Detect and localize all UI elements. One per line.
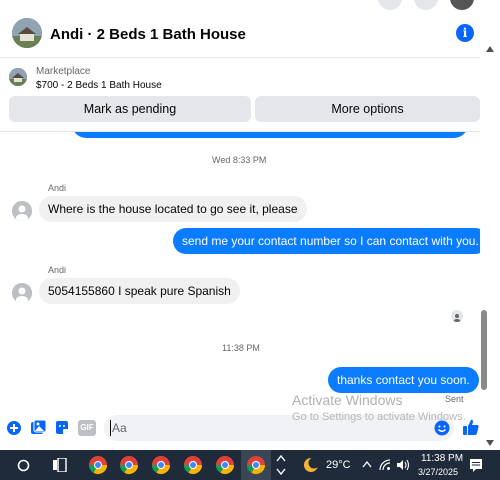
text-caret (110, 420, 111, 436)
video-button[interactable] (414, 0, 438, 10)
scrollbar-thumb[interactable] (481, 310, 487, 390)
sender-avatar[interactable] (12, 201, 32, 221)
task-view-icon[interactable] (53, 458, 67, 472)
marketplace-label: Marketplace (36, 66, 91, 77)
message-placeholder: Aa (112, 421, 127, 435)
taskbar: 29°C 11:38 PM 3/27/2025 (0, 450, 500, 480)
conversation-title[interactable]: Andi · 2 Beds 1 Bath House (50, 26, 246, 43)
listing-title[interactable]: $700 - 2 Beds 1 Bath House (36, 80, 162, 91)
volume-icon[interactable] (396, 459, 410, 471)
chrome-app-icon[interactable] (119, 455, 139, 475)
sent-status: Sent (445, 394, 464, 404)
sticker-icon[interactable] (54, 420, 70, 436)
message-thread: Wed 8:33 PM Andi Where is the house loca… (0, 132, 480, 410)
previous-message-bubble (72, 132, 468, 138)
info-icon[interactable]: i (456, 24, 474, 42)
wifi-icon[interactable] (379, 459, 391, 471)
marketplace-bar: Marketplace $700 - 2 Beds 1 Bath House M… (0, 58, 480, 132)
gif-button[interactable]: GIF (78, 420, 96, 436)
top-strip (0, 0, 500, 10)
weather-temperature[interactable]: 29°C (326, 459, 351, 471)
listing-thumbnail[interactable] (9, 68, 27, 86)
chat-header: Andi · 2 Beds 1 Bath House i (0, 10, 480, 58)
outgoing-message[interactable]: thanks contact you soon. (328, 367, 479, 393)
clock-date[interactable]: 3/27/2025 (418, 467, 458, 477)
listing-avatar[interactable] (12, 18, 42, 48)
timestamp: 11:38 PM (222, 343, 260, 353)
sender-name: Andi (48, 265, 67, 275)
sender-avatar[interactable] (12, 283, 32, 303)
chrome-app-icon[interactable] (215, 455, 235, 475)
incoming-message[interactable]: 5054155860 I speak pure Spanish (39, 278, 240, 304)
chrome-app-icon[interactable] (151, 455, 171, 475)
clock-time[interactable]: 11:38 PM (421, 453, 463, 464)
cortana-icon[interactable] (17, 459, 30, 472)
weather-icon[interactable] (302, 456, 320, 474)
activation-watermark-title: Activate Windows (292, 392, 403, 408)
chevron-down-icon[interactable] (276, 468, 286, 476)
chevron-up-icon[interactable] (276, 454, 286, 462)
seen-avatar-icon (451, 310, 463, 322)
plus-icon[interactable] (6, 420, 22, 436)
notifications-icon[interactable] (469, 458, 483, 472)
chrome-app-icon[interactable] (183, 455, 203, 475)
scroll-up-icon[interactable] (486, 46, 494, 52)
system-tray-chevron-icon[interactable] (362, 461, 372, 468)
chrome-app-icon[interactable] (246, 455, 266, 475)
incoming-message[interactable]: Where is the house located to go see it,… (39, 196, 307, 222)
mark-as-pending-button[interactable]: Mark as pending (9, 96, 251, 122)
activation-watermark-subtitle: Go to Settings to activate Windows. (292, 411, 466, 423)
chrome-app-icon[interactable] (88, 455, 108, 475)
sender-name: Andi (48, 183, 67, 193)
photo-icon[interactable] (30, 420, 46, 436)
outgoing-message[interactable]: send me your contact number so I can con… (173, 228, 480, 254)
scroll-down-icon[interactable] (486, 440, 494, 446)
more-options-button[interactable]: More options (255, 96, 480, 122)
profile-button[interactable] (450, 0, 474, 10)
call-button[interactable] (378, 0, 402, 10)
timestamp: Wed 8:33 PM (212, 155, 267, 165)
